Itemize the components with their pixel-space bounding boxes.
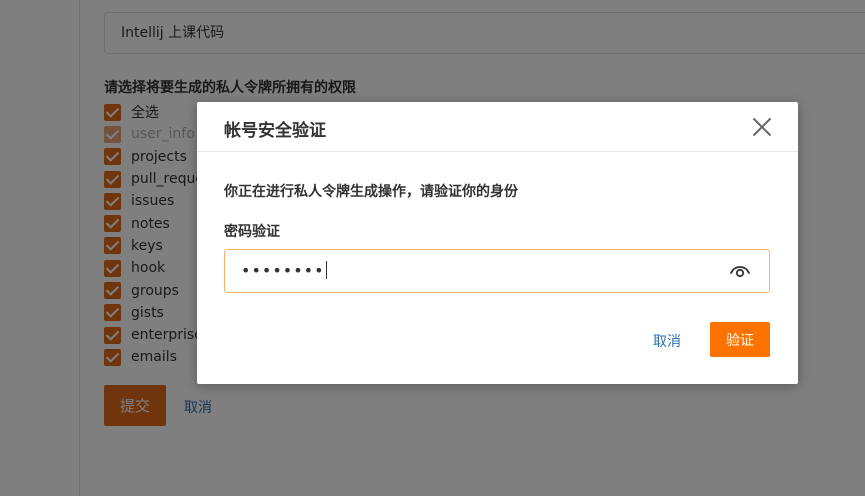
dialog-title: 帐号安全验证 bbox=[224, 121, 326, 141]
dialog-description: 你正在进行私人令牌生成操作，请验证你的身份 bbox=[224, 184, 518, 200]
security-verification-dialog: 帐号安全验证 你正在进行私人令牌生成操作，请验证你的身份 密码验证 ••••••… bbox=[197, 102, 798, 384]
close-icon[interactable] bbox=[751, 116, 773, 138]
password-label: 密码验证 bbox=[224, 224, 280, 240]
password-value: •••••••• bbox=[241, 261, 327, 280]
dialog-cancel-button[interactable]: 取消 bbox=[653, 331, 681, 351]
verify-button[interactable]: 验证 bbox=[710, 322, 770, 357]
eye-icon[interactable] bbox=[729, 262, 751, 280]
password-input[interactable]: •••••••• bbox=[224, 249, 770, 293]
dialog-header: 帐号安全验证 bbox=[197, 102, 798, 152]
text-caret bbox=[325, 261, 327, 279]
